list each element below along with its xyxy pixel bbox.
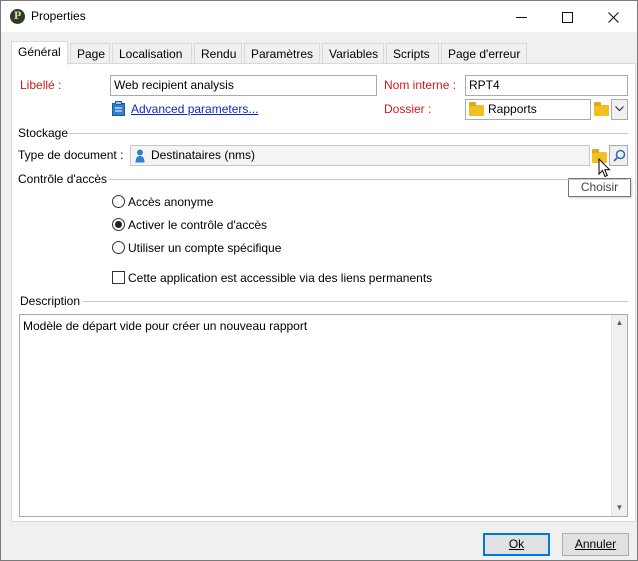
ok-button[interactable]: Ok [483, 533, 550, 556]
description-section-title: Description [20, 294, 81, 308]
folder-value: Rapports [488, 102, 537, 116]
clipboard-icon [112, 101, 125, 116]
tab-page[interactable]: Page [70, 43, 110, 64]
doc-type-input[interactable]: Destinataires (nms) [130, 145, 590, 166]
tab-variables[interactable]: Variables [322, 43, 384, 64]
radio-enable-access-control[interactable] [112, 218, 125, 231]
folder-browse-button[interactable] [592, 99, 610, 120]
chevron-down-icon [615, 106, 624, 112]
description-textarea[interactable]: Modèle de départ vide pour créer un nouv… [19, 314, 628, 517]
description-scrollbar[interactable]: ▲ ▼ [611, 315, 627, 516]
properties-window: P Properties Général Page Localisation R… [0, 0, 638, 561]
description-divider [83, 301, 628, 302]
internal-name-label: Nom interne : [384, 78, 457, 92]
tab-localisation[interactable]: Localisation [112, 43, 192, 64]
storage-section-title: Stockage [18, 126, 69, 140]
close-button[interactable] [590, 1, 636, 32]
radio-anonymous-access[interactable] [112, 195, 125, 208]
folder-label: Dossier : [384, 102, 432, 116]
close-icon [607, 11, 619, 23]
folder-input[interactable]: Rapports [465, 99, 591, 120]
ok-button-label: Ok [508, 537, 525, 551]
window-title: Properties [31, 9, 86, 23]
radio-specific-account[interactable] [112, 241, 125, 254]
cancel-button-label: Annuler [574, 537, 617, 551]
internal-name-input[interactable]: RPT4 [465, 75, 628, 96]
radio-enable-access-control-label[interactable]: Activer le contrôle d'accès [128, 218, 267, 232]
doc-type-value: Destinataires (nms) [151, 148, 256, 162]
tab-page-erreur[interactable]: Page d'erreur [441, 43, 527, 64]
folder-dropdown-button[interactable] [611, 99, 628, 120]
mouse-cursor-icon [598, 158, 611, 178]
search-icon [613, 149, 626, 162]
label-input[interactable]: Web recipient analysis [110, 75, 377, 96]
label-label: Libellé : [20, 78, 62, 92]
folder-icon [469, 102, 484, 116]
permanent-links-label[interactable]: Cette application est accessible via des… [128, 271, 432, 285]
description-text: Modèle de départ vide pour créer un nouv… [23, 319, 308, 333]
app-icon: P [10, 9, 25, 24]
permanent-links-checkbox[interactable] [112, 271, 125, 284]
person-icon [135, 149, 145, 163]
access-divider [109, 179, 628, 180]
choose-tooltip: Choisir [568, 178, 631, 197]
maximize-icon [561, 11, 573, 23]
tab-rendu[interactable]: Rendu [194, 43, 242, 64]
radio-anonymous-access-label[interactable]: Accès anonyme [128, 195, 213, 209]
access-section-title: Contrôle d'accès [18, 172, 108, 186]
minimize-icon [515, 16, 527, 18]
minimize-button[interactable] [498, 1, 544, 32]
doc-type-label: Type de document : [18, 148, 124, 162]
radio-specific-account-label[interactable]: Utiliser un compte spécifique [128, 241, 281, 255]
maximize-button[interactable] [544, 1, 590, 32]
scroll-up-icon[interactable]: ▲ [612, 315, 627, 331]
scroll-down-icon[interactable]: ▼ [612, 500, 627, 516]
advanced-parameters-label[interactable]: Advanced parameters... [131, 102, 258, 116]
tab-general[interactable]: Général [11, 41, 68, 65]
tab-scripts[interactable]: Scripts [386, 43, 439, 64]
folder-browse-icon [594, 102, 609, 116]
doc-type-search-button[interactable] [609, 145, 628, 166]
storage-divider [69, 133, 628, 134]
title-bar: P Properties [1, 1, 637, 32]
cancel-button[interactable]: Annuler [562, 533, 629, 556]
tab-parametres[interactable]: Paramètres [244, 43, 320, 64]
